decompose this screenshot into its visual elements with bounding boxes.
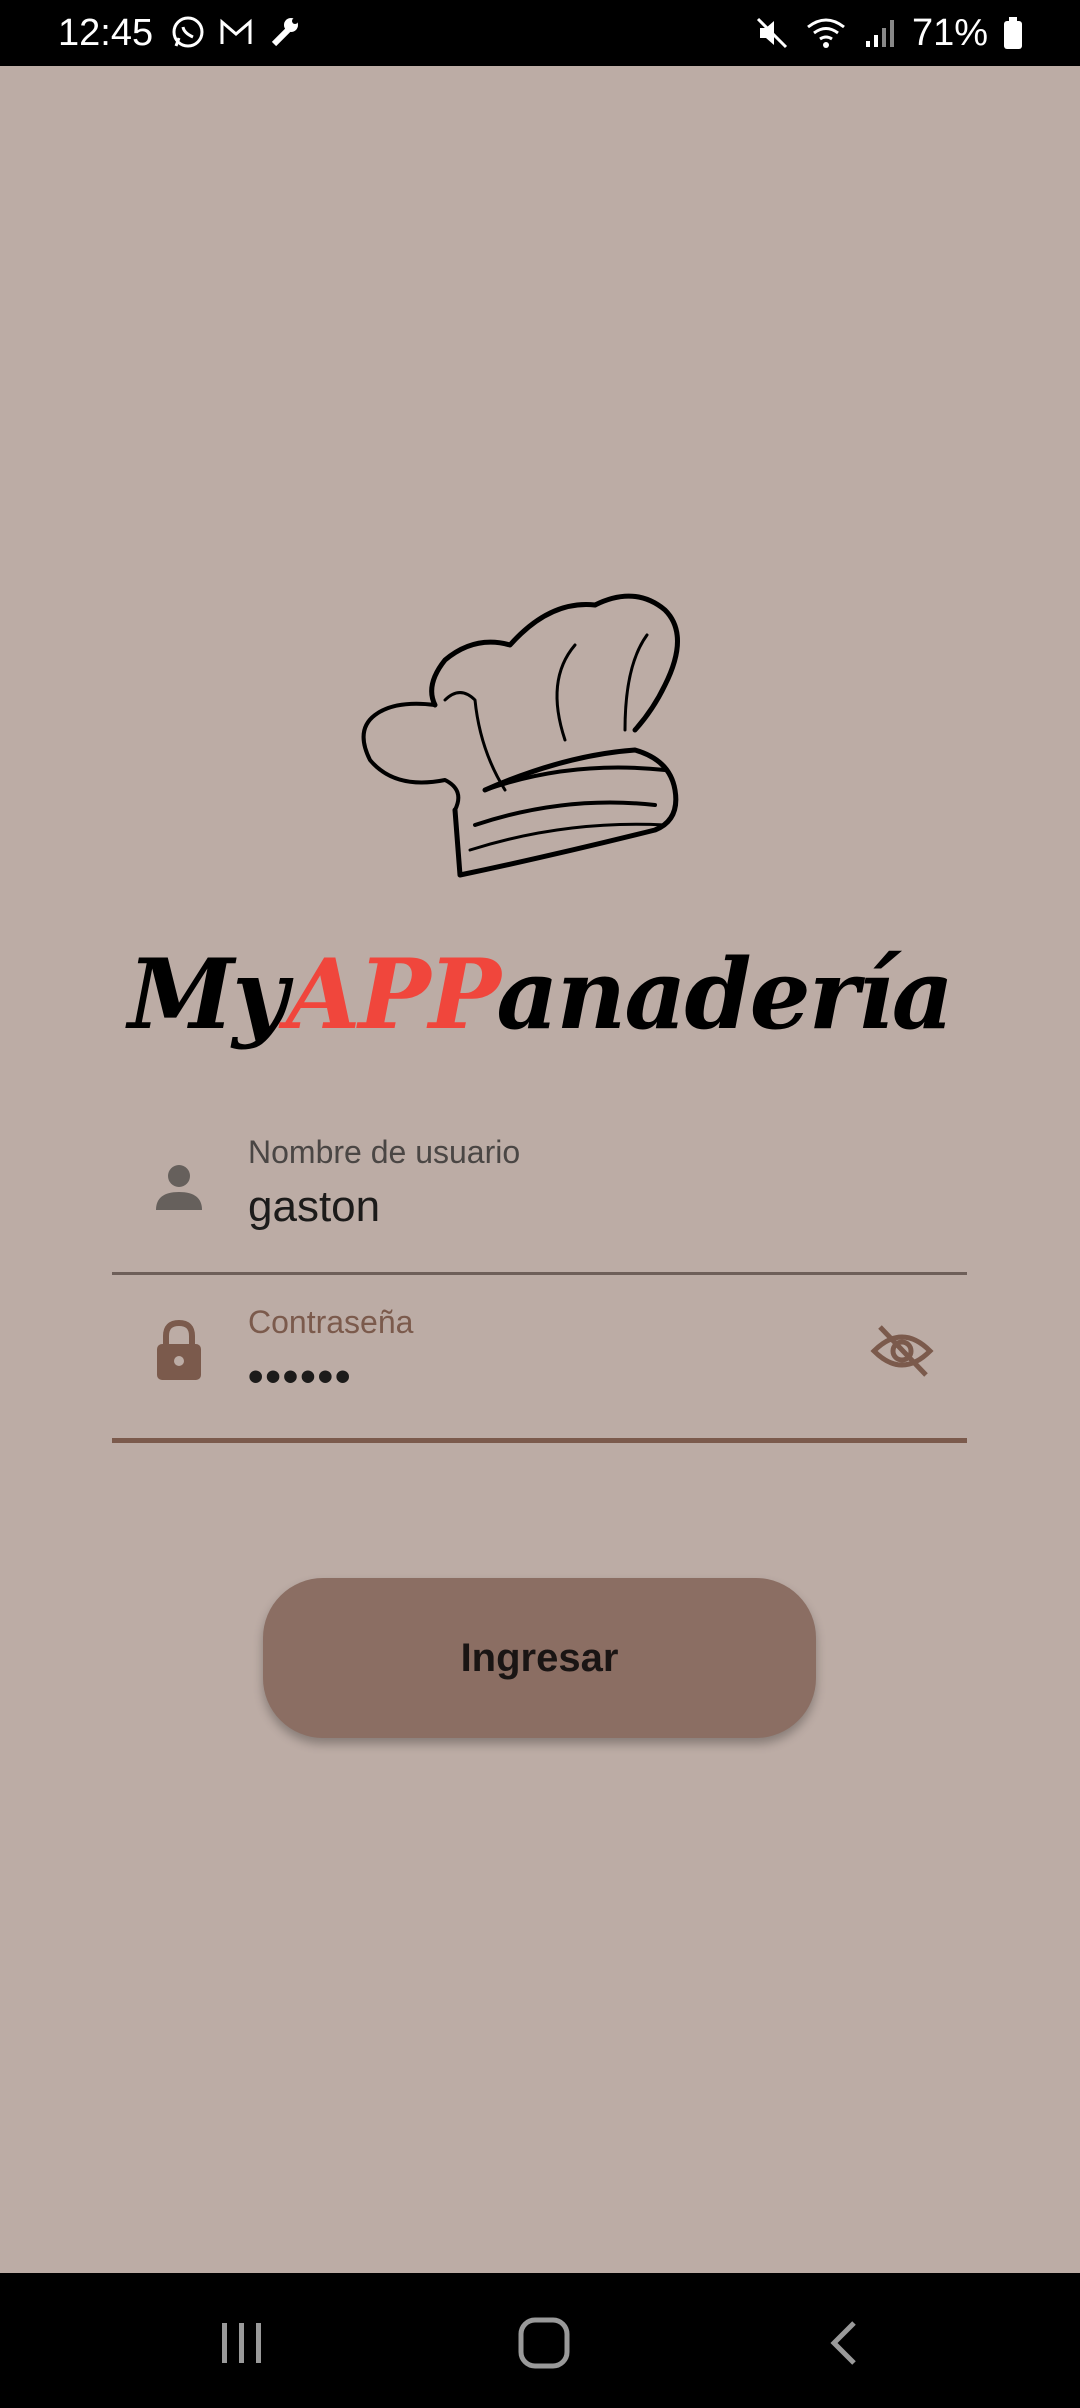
username-field[interactable]: Nombre de usuario gaston [112, 1110, 967, 1275]
back-icon [830, 2321, 856, 2365]
status-system-icons: 71% [754, 8, 1024, 58]
nav-home-button[interactable] [504, 2303, 584, 2383]
battery-percentage: 71% [911, 12, 988, 54]
whatsapp-icon [172, 16, 204, 48]
home-icon [518, 2317, 570, 2369]
visibility-off-icon [870, 1325, 934, 1377]
password-input[interactable]: •••••• [248, 1352, 352, 1402]
gmail-icon [220, 18, 252, 44]
status-notification-icons [170, 14, 302, 50]
nav-recents-button[interactable] [202, 2303, 282, 2383]
wordmark-part-anaderia: anadería [496, 938, 954, 1051]
navigation-bar [0, 2273, 1080, 2408]
username-label: Nombre de usuario [248, 1134, 521, 1170]
lock-icon [157, 1319, 201, 1380]
mute-icon [756, 17, 787, 49]
app-wordmark: MyAPPanadería [0, 935, 1080, 1055]
chef-hat-icon [361, 593, 680, 878]
status-bar: 12:45 71% [0, 0, 1080, 66]
username-input[interactable]: gaston [248, 1182, 380, 1232]
password-field[interactable]: Contraseña •••••• [112, 1278, 967, 1443]
password-visibility-toggle[interactable] [867, 1316, 937, 1386]
status-time: 12:45 [58, 12, 154, 54]
signal-icon [865, 20, 894, 47]
login-button[interactable]: Ingresar [263, 1578, 816, 1738]
login-screen: 12:45 71% MyAPPanadería Nombre de usuari… [0, 0, 1080, 2408]
wordmark-part-my: My [128, 938, 288, 1051]
recents-icon [222, 2323, 261, 2363]
wifi-icon [807, 18, 845, 48]
battery-icon [1004, 17, 1022, 49]
password-label: Contraseña [248, 1304, 414, 1340]
person-icon [156, 1165, 202, 1210]
nav-back-button[interactable] [806, 2303, 886, 2383]
wrench-icon [271, 18, 298, 47]
wordmark-part-app: APP [286, 938, 498, 1051]
